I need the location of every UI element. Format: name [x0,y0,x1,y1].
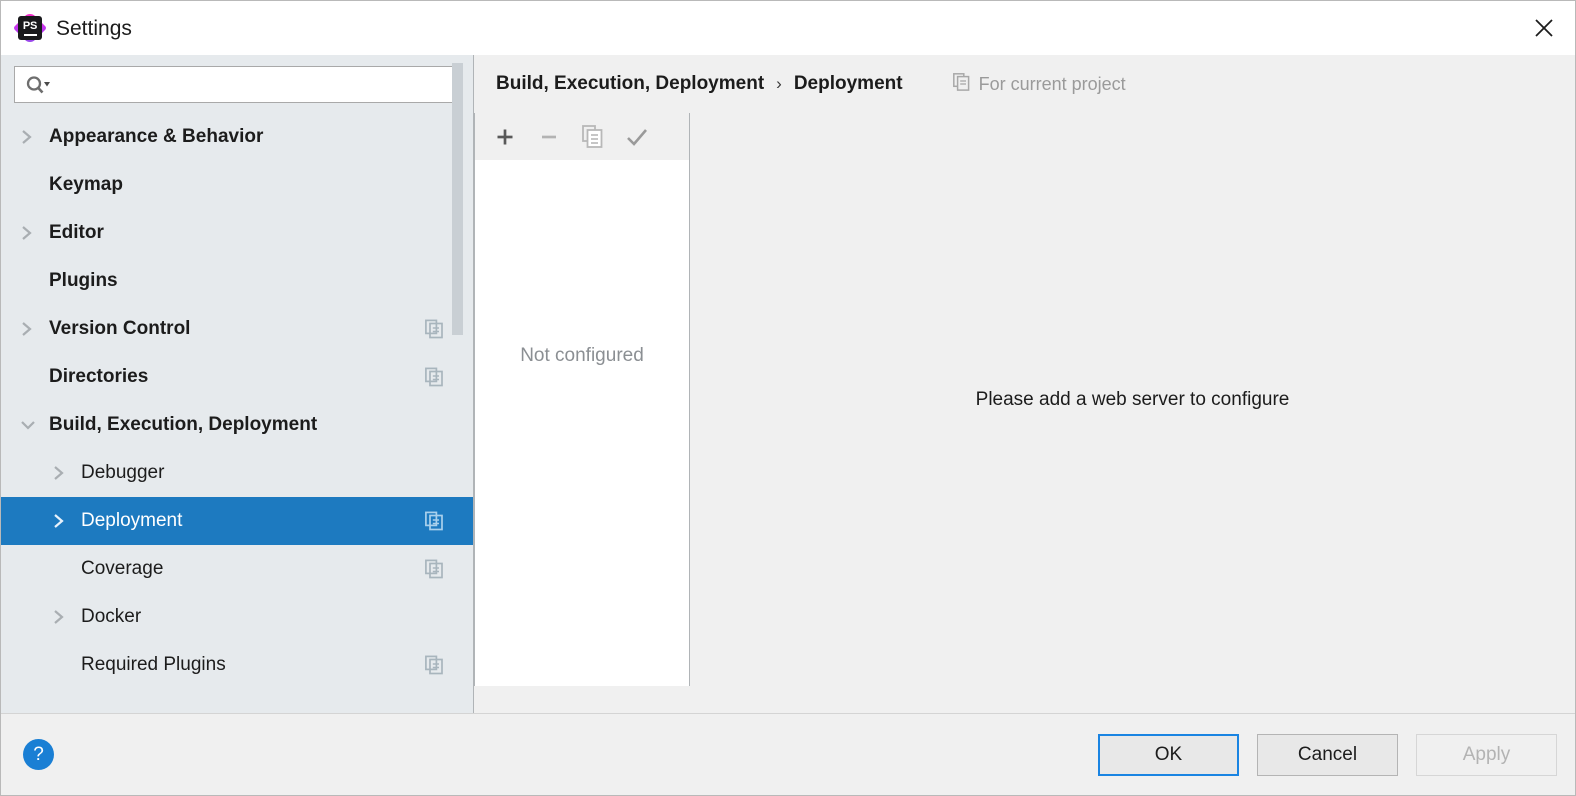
breadcrumb-parent[interactable]: Build, Execution, Deployment [496,73,764,95]
set-default-button[interactable] [615,115,659,159]
dialog-title: Settings [56,16,132,40]
sidebar-item-appearance-behavior[interactable]: Appearance & Behavior [1,113,473,161]
sidebar-item-plugins[interactable]: Plugins [1,257,473,305]
dialog-footer: ? OK Cancel Apply [1,713,1575,795]
copy-project-icon [425,319,443,339]
close-icon[interactable] [1527,11,1561,45]
apply-button[interactable]: Apply [1416,733,1557,776]
sidebar-item-required-plugins[interactable]: Required Plugins [1,641,473,689]
help-button-label: ? [33,744,44,765]
sidebar-item-label: Debugger [81,462,165,483]
sidebar-item-label: Coverage [81,558,164,579]
sidebar-item-editor[interactable]: Editor [1,209,473,257]
remove-server-button[interactable] [527,115,571,159]
chevron-right-icon[interactable] [19,128,49,146]
sidebar-item-label: Directories [49,366,149,387]
search-container [1,55,473,113]
dialog-titlebar: PS Settings [1,1,1575,55]
dialog-body: Appearance & Behavior Keymap Editor Plugins… [1,55,1575,713]
sidebar-item-label: Build, Execution, Deployment [49,414,318,435]
sidebar-item-label: Required Plugins [81,654,226,675]
breadcrumb-separator-icon: › [776,74,782,93]
copy-project-icon [425,367,443,387]
search-input[interactable] [51,67,459,102]
chevron-right-icon[interactable] [51,464,81,482]
sidebar-scrollbar-track[interactable] [452,55,468,713]
chevron-right-icon[interactable] [51,512,81,530]
question-mark-icon[interactable]: ? [23,739,54,770]
cancel-button[interactable]: Cancel [1257,733,1398,776]
sidebar-item-deployment[interactable]: Deployment [1,497,473,545]
sidebar-item-version-control[interactable]: Version Control [1,305,473,353]
for-current-project-text: For current project [978,73,1126,94]
search-icon [25,75,51,95]
settings-tree[interactable]: Appearance & Behavior Keymap Editor Plugins… [1,113,473,713]
sidebar-item-label: Docker [81,606,142,627]
deployment-detail-pane: Please add a web server to configure [690,113,1575,686]
sidebar-item-label: Keymap [49,174,123,195]
server-list-toolbar [475,113,689,160]
sidebar-item-coverage[interactable]: Coverage [1,545,473,593]
sidebar-item-label: Deployment [81,510,183,531]
server-list-pane: Not configured [474,113,690,686]
sidebar-item-keymap[interactable]: Keymap [1,161,473,209]
deployment-panes: Not configured Please add a web server t… [474,113,1575,713]
chevron-right-icon[interactable] [51,608,81,626]
dialog-button-group: OK Cancel Apply [1098,733,1557,776]
search-box[interactable] [14,66,460,103]
sidebar-item-debugger[interactable]: Debugger [1,449,473,497]
sidebar-item-docker[interactable]: Docker [1,593,473,641]
copy-project-icon [425,559,443,579]
copy-server-button[interactable] [571,115,615,159]
server-list-body[interactable]: Not configured [475,160,689,686]
sidebar-item-build-execution-deployment[interactable]: Build, Execution, Deployment [1,401,473,449]
for-current-project-label[interactable]: For current project [952,72,1126,96]
server-list-empty-text: Not configured [520,345,644,366]
copy-project-icon [425,655,443,675]
sidebar-scrollbar-thumb[interactable] [452,63,463,335]
chevron-right-icon[interactable] [19,320,49,338]
add-server-button[interactable] [483,115,527,159]
settings-content: Build, Execution, Deployment › Deploymen… [474,55,1575,713]
copy-project-icon [425,511,443,531]
sidebar-item-label: Plugins [49,270,118,291]
detail-empty-message: Please add a web server to configure [975,388,1290,410]
sidebar-item-directories[interactable]: Directories [1,353,473,401]
sidebar-item-label: Appearance & Behavior [49,126,264,147]
copy-project-icon [952,72,970,96]
breadcrumb-current: Deployment [793,73,903,94]
settings-sidebar: Appearance & Behavior Keymap Editor Plugins… [1,55,474,713]
breadcrumb: Build, Execution, Deployment › Deploymen… [474,55,1575,113]
sidebar-item-label: Version Control [49,318,191,339]
settings-dialog: PS Settings Appearance & Behavior Keymap… [0,0,1576,796]
phpstorm-ps-logo-icon: PS [13,11,47,45]
sidebar-item-label: Editor [49,222,104,243]
chevron-right-icon[interactable] [19,224,49,242]
chevron-down-icon[interactable] [19,417,49,433]
ok-button[interactable]: OK [1098,733,1239,776]
